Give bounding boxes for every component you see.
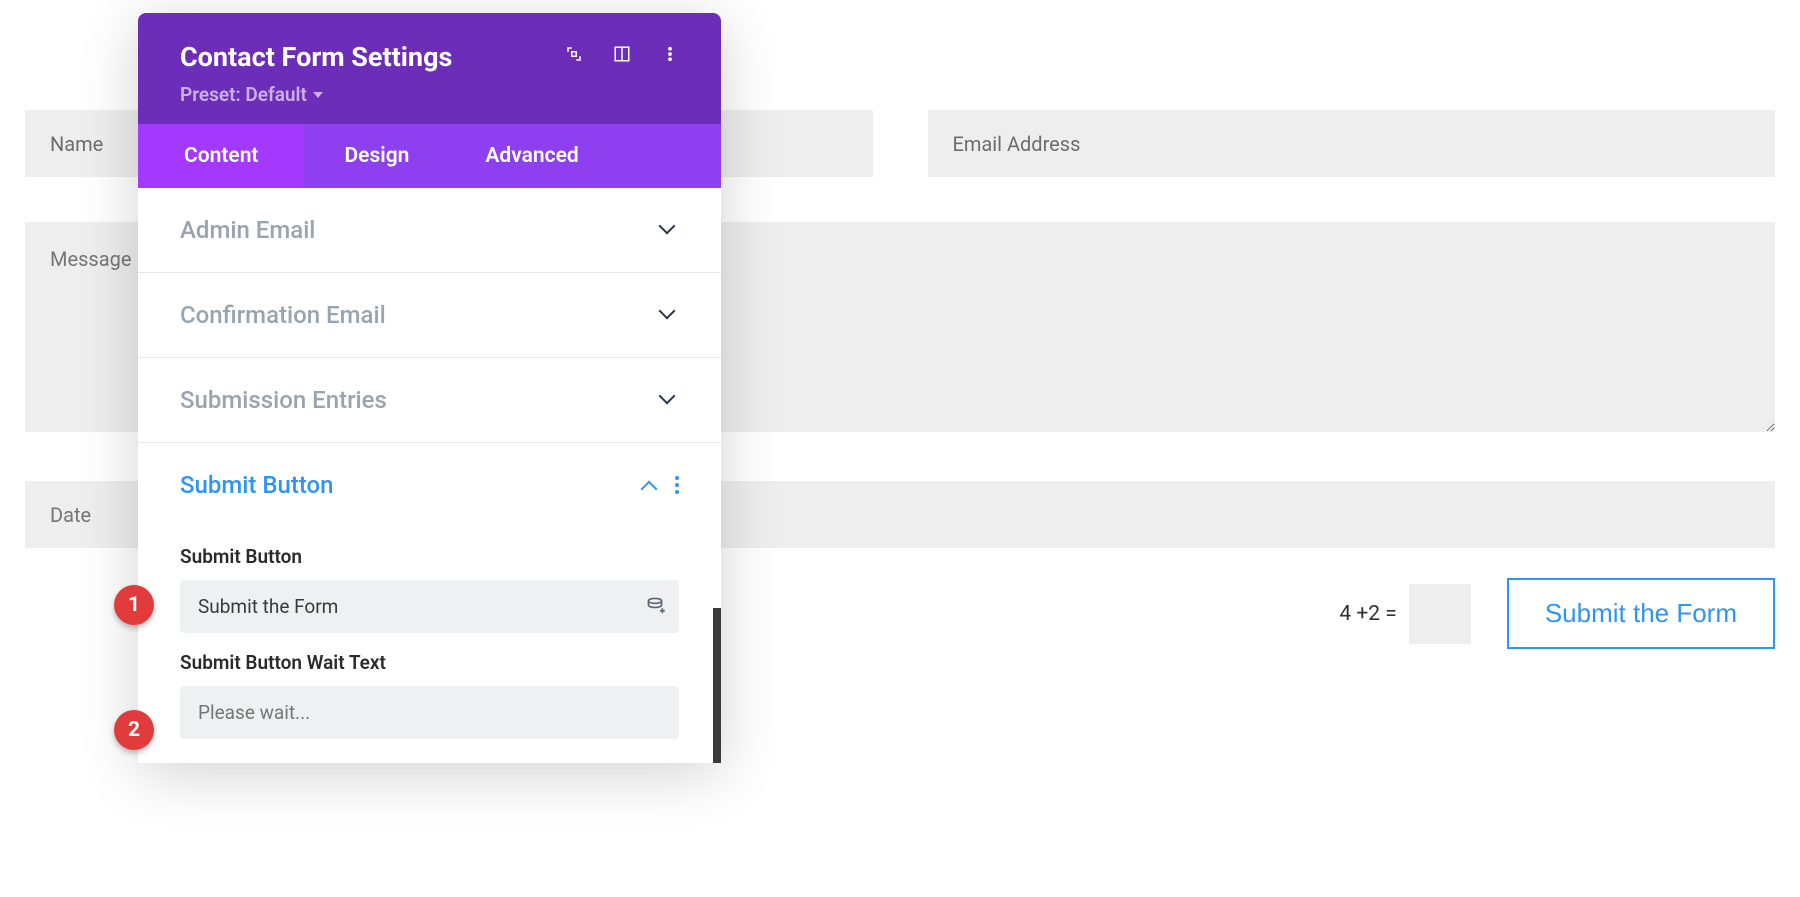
- expand-icon[interactable]: [565, 45, 583, 67]
- accordion: Admin Email Confirmation Email Submissio…: [138, 188, 721, 763]
- scrollbar-thumb[interactable]: [713, 608, 721, 763]
- settings-panel: Contact Form Settings Preset: Default Co…: [138, 13, 721, 763]
- layout-icon[interactable]: [613, 45, 631, 67]
- panel-title: Contact Form Settings: [180, 41, 452, 73]
- section-title: Confirmation Email: [180, 301, 386, 329]
- dynamic-content-icon[interactable]: [645, 596, 665, 618]
- section-options-icon[interactable]: [675, 476, 679, 494]
- section-admin-email-header[interactable]: Admin Email: [138, 188, 721, 272]
- chevron-down-icon: [661, 394, 679, 406]
- submit-wait-field-label: Submit Button Wait Text: [180, 651, 679, 674]
- more-icon[interactable]: [661, 45, 679, 67]
- submit-button-field-label: Submit Button: [180, 545, 679, 568]
- chevron-down-icon: [661, 224, 679, 236]
- section-admin-email: Admin Email: [138, 188, 721, 273]
- tab-design[interactable]: Design: [304, 124, 449, 188]
- section-submission-entries-header[interactable]: Submission Entries: [138, 358, 721, 442]
- captcha-input[interactable]: [1409, 584, 1471, 644]
- preset-label: Preset: Default: [180, 83, 307, 106]
- chevron-down-icon: [661, 309, 679, 321]
- captcha-label: 4 +2 =: [1339, 602, 1396, 626]
- tab-content[interactable]: Content: [138, 124, 304, 188]
- section-title: Submit Button: [180, 471, 334, 499]
- submit-button-text-input[interactable]: [180, 580, 679, 633]
- preset-selector[interactable]: Preset: Default: [180, 83, 323, 106]
- submit-wait-text-input[interactable]: [180, 686, 679, 739]
- caret-down-icon: [313, 92, 323, 98]
- chevron-up-icon: [643, 479, 661, 491]
- submit-the-form-button[interactable]: Submit the Form: [1507, 578, 1775, 649]
- section-submit-button-header[interactable]: Submit Button: [138, 443, 721, 527]
- section-confirmation-email-header[interactable]: Confirmation Email: [138, 273, 721, 357]
- section-title: Admin Email: [180, 216, 315, 244]
- callout-badge-1: 1: [114, 585, 154, 625]
- panel-tabs: Content Design Advanced: [138, 124, 721, 188]
- section-submission-entries: Submission Entries: [138, 358, 721, 443]
- section-confirmation-email: Confirmation Email: [138, 273, 721, 358]
- callout-badge-2: 2: [114, 710, 154, 750]
- section-submit-button: Submit Button Submit Button: [138, 443, 721, 763]
- section-title: Submission Entries: [180, 386, 387, 414]
- panel-header: Contact Form Settings Preset: Default: [138, 13, 721, 124]
- section-submit-button-body: Submit Button: [138, 545, 721, 763]
- email-input[interactable]: [928, 110, 1776, 177]
- tab-advanced[interactable]: Advanced: [449, 124, 614, 188]
